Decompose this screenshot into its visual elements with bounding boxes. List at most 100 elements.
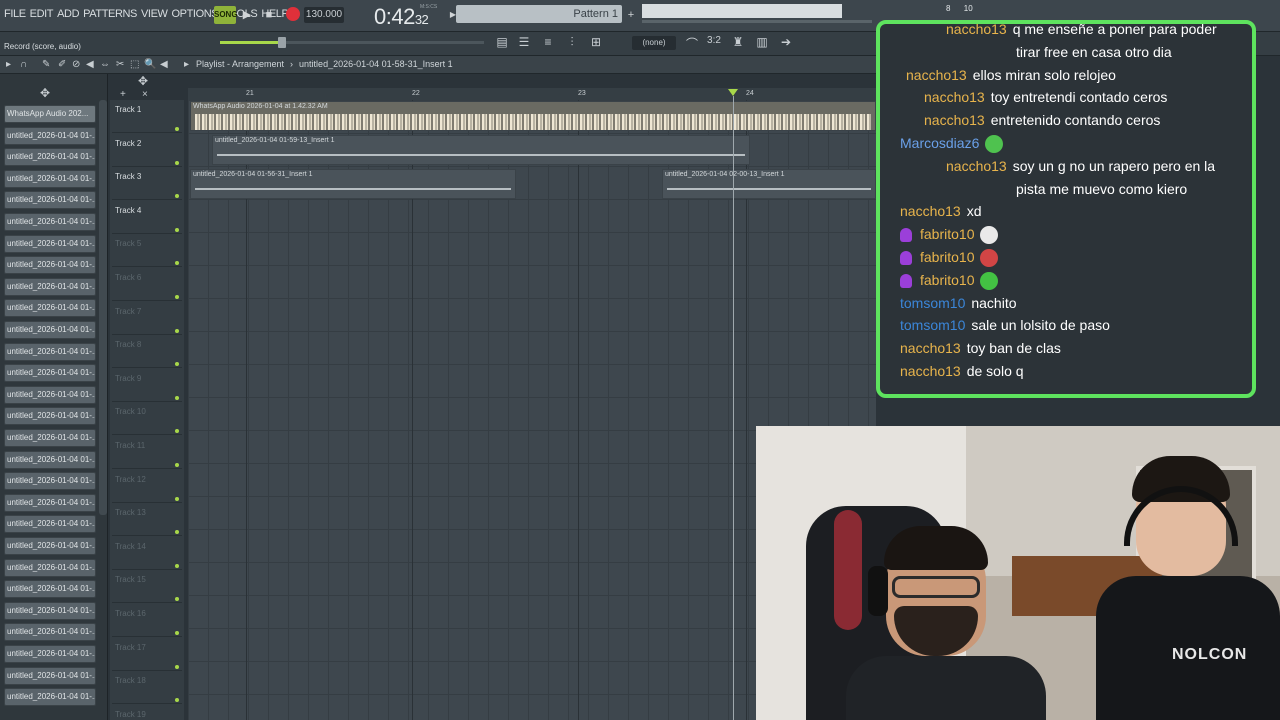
track-active-dot[interactable]	[175, 698, 179, 703]
chat-username[interactable]: tomsom10	[900, 295, 965, 311]
audio-clip-insert-0159[interactable]: untitled_2026-01-04 01-59-13_Insert 1	[212, 135, 750, 165]
browser-item[interactable]: untitled_2026-01-04 01-...	[4, 472, 96, 491]
chat-username[interactable]: naccho13	[946, 24, 1007, 37]
browser-item[interactable]: untitled_2026-01-04 01-...	[4, 407, 96, 426]
track-active-dot[interactable]	[175, 395, 179, 400]
record-button[interactable]	[286, 7, 300, 21]
menu-file[interactable]: FILE	[4, 8, 26, 20]
browser-item[interactable]: untitled_2026-01-04 01-...	[4, 429, 96, 447]
move-icon[interactable]: ✥	[138, 74, 148, 88]
track-active-dot[interactable]	[175, 160, 179, 165]
track-active-dot[interactable]	[175, 563, 179, 568]
add-pattern-icon[interactable]: +	[622, 7, 640, 23]
track-header[interactable]: Track 14	[112, 538, 182, 570]
audio-clip-insert-0156[interactable]: untitled_2026-01-04 01-56-31_Insert 1	[190, 169, 516, 199]
magnet-icon[interactable]: ∩	[20, 59, 27, 70]
track-header[interactable]: Track 12	[112, 471, 182, 503]
track-header[interactable]: Track 6	[112, 269, 182, 301]
browser-item[interactable]: untitled_2026-01-04 01-...	[4, 688, 96, 707]
browser-item[interactable]: untitled_2026-01-04 01-...	[4, 321, 96, 339]
chat-username[interactable]: tomsom10	[900, 317, 965, 333]
track-header[interactable]: Track 1	[112, 101, 182, 133]
audio-clip-insert-0200[interactable]: untitled_2026-01-04 02-00-13_Insert 1	[662, 169, 876, 199]
track-active-dot[interactable]	[175, 227, 179, 232]
menu-add[interactable]: ADD	[57, 8, 79, 20]
brush-icon[interactable]: ✐	[58, 59, 66, 70]
browser-item[interactable]: untitled_2026-01-04 01-...	[4, 126, 96, 145]
track-header[interactable]: Track 7	[112, 303, 182, 335]
browser-item[interactable]: untitled_2026-01-04 01-...	[4, 191, 96, 210]
menu-view[interactable]: VIEW	[141, 8, 168, 20]
playback-icon[interactable]: ◀	[160, 59, 168, 70]
playhead-marker[interactable]	[728, 89, 738, 96]
track-header[interactable]: Track 17	[112, 639, 182, 671]
browser-item[interactable]: untitled_2026-01-04 01-...	[4, 148, 96, 167]
audio-clip-whatsapp[interactable]: WhatsApp Audio 2026-01-04 at 1.42.32 AM	[190, 101, 876, 131]
mute-icon[interactable]: ◀	[86, 59, 94, 70]
browser-item[interactable]: untitled_2026-01-04 01-...	[4, 580, 96, 599]
browser-item[interactable]: untitled_2026-01-04 01-...	[4, 213, 96, 231]
chat-username[interactable]: naccho13	[906, 67, 967, 83]
master-volume-knob[interactable]	[278, 37, 286, 48]
track-header[interactable]: Track 19	[112, 706, 182, 720]
track-header[interactable]: Track 2	[112, 135, 182, 167]
delete-icon[interactable]: ⊘	[72, 59, 80, 70]
browser-item[interactable]: untitled_2026-01-04 01-...	[4, 342, 96, 361]
track-header[interactable]: Track 8	[112, 336, 182, 369]
song-mode-button[interactable]: SONG	[214, 6, 238, 24]
track-active-dot[interactable]	[175, 362, 179, 367]
pattern-selector[interactable]: Pattern 1	[456, 5, 622, 23]
chat-username[interactable]: fabrito10	[920, 272, 974, 288]
chat-username[interactable]: naccho13	[900, 340, 961, 356]
track-header[interactable]: Track 4	[112, 202, 182, 234]
chat-username[interactable]: naccho13	[900, 363, 961, 379]
keyboard-icon[interactable]: ▥	[754, 35, 770, 49]
track-active-dot[interactable]	[175, 631, 179, 635]
track-active-dot[interactable]	[175, 295, 179, 299]
browser-move-icon[interactable]: ✥	[40, 86, 50, 100]
close-icon[interactable]: ×	[142, 89, 148, 100]
chat-username[interactable]: Marcosdiaz6	[900, 135, 979, 151]
browser-item[interactable]: untitled_2026-01-04 01-...	[4, 666, 96, 685]
chat-username[interactable]: fabrito10	[920, 226, 974, 242]
track-header[interactable]: Track 3	[112, 168, 182, 201]
browser-item[interactable]: untitled_2026-01-04 01-...	[4, 234, 96, 253]
snap-selector[interactable]: (none)	[632, 36, 676, 50]
track-active-dot[interactable]	[175, 664, 179, 669]
track-active-dot[interactable]	[175, 261, 179, 266]
play-icon[interactable]: ▶	[238, 7, 256, 23]
browser-item[interactable]: untitled_2026-01-04 01-...	[4, 256, 96, 275]
chat-username[interactable]: naccho13	[924, 89, 985, 105]
tempo-display[interactable]: 130.000	[304, 7, 344, 23]
track-header[interactable]: Track 16	[112, 605, 182, 637]
slip-icon[interactable]: ⇔	[100, 59, 110, 70]
chat-username[interactable]: fabrito10	[920, 249, 974, 265]
track-active-dot[interactable]	[175, 463, 179, 467]
mixer-icon[interactable]: ⫶	[564, 35, 580, 50]
track-header[interactable]: Track 9	[112, 370, 182, 402]
track-header[interactable]: Track 10	[112, 403, 182, 436]
menu-patterns[interactable]: PATTERNS	[83, 8, 137, 20]
curve-icon[interactable]: ⌒	[684, 35, 700, 52]
select-icon[interactable]: ⬚	[130, 59, 139, 70]
track-active-dot[interactable]	[175, 597, 179, 602]
browser-item[interactable]: untitled_2026-01-04 01-...	[4, 537, 96, 555]
browser-scrollbar[interactable]	[99, 100, 107, 515]
playlist-icon[interactable]: ▤	[494, 35, 510, 49]
chat-username[interactable]: naccho13	[946, 158, 1007, 174]
track-active-dot[interactable]	[175, 194, 179, 199]
track-active-dot[interactable]	[175, 127, 179, 131]
browser-item[interactable]: untitled_2026-01-04 01-...	[4, 493, 96, 512]
browser-item[interactable]: untitled_2026-01-04 01-...	[4, 299, 96, 318]
stop-icon[interactable]: ■	[260, 7, 278, 23]
browser-item[interactable]: untitled_2026-01-04 01-...	[4, 558, 96, 577]
track-header[interactable]: Track 11	[112, 437, 182, 469]
playlist-arrow-icon[interactable]: ▸	[184, 59, 189, 70]
track-active-dot[interactable]	[175, 429, 179, 434]
chat-username[interactable]: naccho13	[924, 112, 985, 128]
channel-rack-icon[interactable]: ≡	[540, 35, 556, 49]
browser-item[interactable]: untitled_2026-01-04 01-...	[4, 515, 96, 534]
track-header[interactable]: Track 5	[112, 235, 182, 268]
track-header[interactable]: Track 15	[112, 571, 182, 604]
track-active-dot[interactable]	[175, 530, 179, 535]
